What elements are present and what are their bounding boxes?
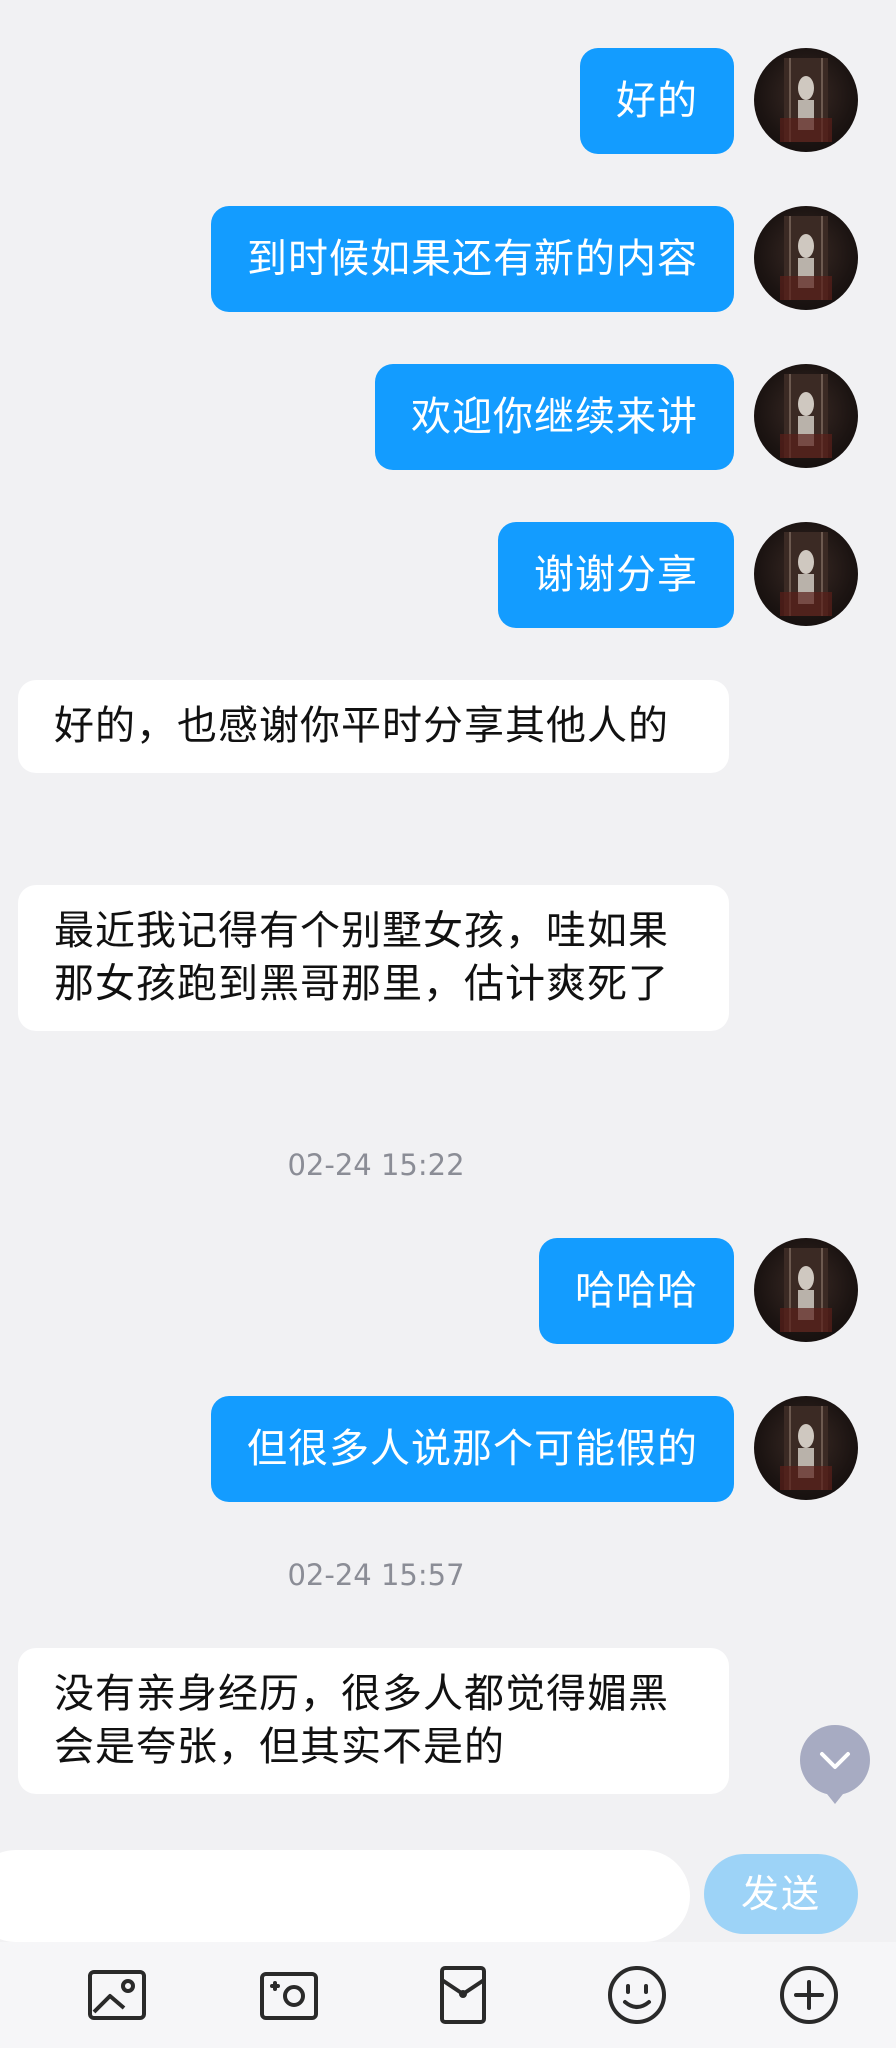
red-packet-icon[interactable]	[430, 1962, 496, 2028]
scroll-to-bottom-button[interactable]	[800, 1725, 870, 1804]
avatar[interactable]	[754, 364, 858, 468]
message-bubble[interactable]: 哈哈哈	[539, 1238, 734, 1344]
message-bubble[interactable]: 好的	[580, 48, 734, 154]
avatar[interactable]	[754, 1396, 858, 1500]
outgoing-message: 欢迎你继续来讲	[0, 364, 896, 470]
outgoing-message: 哈哈哈	[0, 1238, 896, 1344]
send-button[interactable]: 发送	[704, 1854, 858, 1934]
chat-message-list[interactable]: 好的 到时候如果还有新的内容 欢迎你继续来讲 谢谢分享 好的，也感谢你平时分享其…	[0, 0, 896, 1830]
emoji-icon[interactable]	[604, 1962, 670, 2028]
message-bubble[interactable]: 但很多人说那个可能假的	[211, 1396, 734, 1502]
message-bubble[interactable]: 好的，也感谢你平时分享其他人的	[18, 680, 729, 773]
incoming-message: 最近我记得有个别墅女孩，哇如果那女孩跑到黑哥那里，估计爽死了	[0, 885, 896, 1091]
outgoing-message: 谢谢分享	[0, 522, 896, 628]
image-icon[interactable]	[84, 1962, 150, 2028]
message-bubble[interactable]: 最近我记得有个别墅女孩，哇如果那女孩跑到黑哥那里，估计爽死了	[18, 885, 729, 1031]
avatar[interactable]	[754, 1238, 858, 1342]
timestamp: 02-24 15:22	[287, 1148, 465, 1182]
camera-icon[interactable]	[256, 1962, 322, 2028]
chevron-down-icon	[820, 1752, 850, 1769]
incoming-message: 没有亲身经历，很多人都觉得媚黑会是夸张，但其实不是的	[0, 1648, 896, 1802]
avatar[interactable]	[754, 48, 858, 152]
timestamp: 02-24 15:57	[287, 1558, 465, 1592]
plus-icon[interactable]	[776, 1962, 842, 2028]
avatar[interactable]	[754, 206, 858, 310]
avatar[interactable]	[754, 522, 858, 626]
input-bar: 发送	[0, 1830, 896, 1942]
message-input[interactable]	[0, 1850, 690, 1942]
message-bubble[interactable]: 到时候如果还有新的内容	[211, 206, 734, 312]
message-bubble[interactable]: 没有亲身经历，很多人都觉得媚黑会是夸张，但其实不是的	[18, 1648, 729, 1794]
message-bubble[interactable]: 欢迎你继续来讲	[375, 364, 734, 470]
incoming-message: 好的，也感谢你平时分享其他人的	[0, 680, 896, 834]
bottom-toolbar	[0, 1942, 896, 2048]
message-bubble[interactable]: 谢谢分享	[498, 522, 734, 628]
outgoing-message: 但很多人说那个可能假的	[0, 1396, 896, 1502]
outgoing-message: 到时候如果还有新的内容	[0, 206, 896, 312]
outgoing-message: 好的	[0, 48, 896, 154]
